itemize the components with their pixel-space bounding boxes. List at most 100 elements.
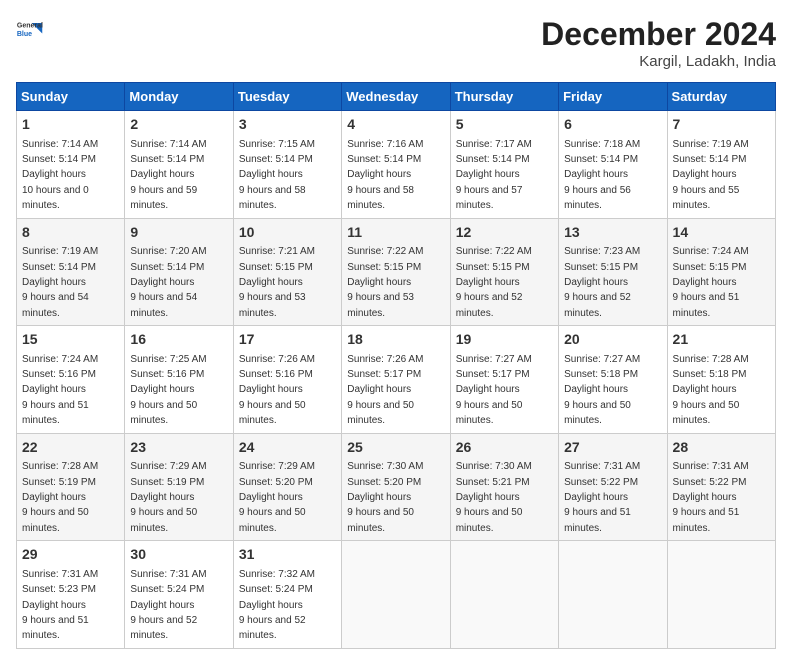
calendar-cell: 18 Sunrise: 7:26 AMSunset: 5:17 PMDaylig…: [342, 326, 450, 434]
day-info: Sunrise: 7:24 AMSunset: 5:16 PMDaylight …: [22, 354, 98, 427]
day-number: 17: [239, 330, 336, 350]
day-info: Sunrise: 7:28 AMSunset: 5:18 PMDaylight …: [673, 354, 749, 427]
day-number: 8: [22, 223, 119, 243]
day-info: Sunrise: 7:15 AMSunset: 5:14 PMDaylight …: [239, 139, 315, 212]
calendar-cell: 21 Sunrise: 7:28 AMSunset: 5:18 PMDaylig…: [667, 326, 775, 434]
logo-icon: General Blue: [16, 16, 44, 44]
header-saturday: Saturday: [667, 83, 775, 111]
day-number: 10: [239, 223, 336, 243]
calendar-cell: 12 Sunrise: 7:22 AMSunset: 5:15 PMDaylig…: [450, 218, 558, 326]
location-subtitle: Kargil, Ladakh, India: [541, 53, 776, 70]
calendar-cell: [342, 541, 450, 649]
header-monday: Monday: [125, 83, 233, 111]
calendar-cell: 11 Sunrise: 7:22 AMSunset: 5:15 PMDaylig…: [342, 218, 450, 326]
day-number: 1: [22, 115, 119, 135]
calendar-row: 22 Sunrise: 7:28 AMSunset: 5:19 PMDaylig…: [17, 433, 776, 541]
day-info: Sunrise: 7:21 AMSunset: 5:15 PMDaylight …: [239, 246, 315, 319]
day-number: 16: [130, 330, 227, 350]
calendar-cell: 17 Sunrise: 7:26 AMSunset: 5:16 PMDaylig…: [233, 326, 341, 434]
svg-text:General: General: [17, 22, 43, 29]
month-year-title: December 2024: [541, 16, 776, 53]
calendar-cell: 3 Sunrise: 7:15 AMSunset: 5:14 PMDayligh…: [233, 111, 341, 219]
day-number: 23: [130, 438, 227, 458]
day-number: 28: [673, 438, 770, 458]
calendar-row: 15 Sunrise: 7:24 AMSunset: 5:16 PMDaylig…: [17, 326, 776, 434]
day-info: Sunrise: 7:25 AMSunset: 5:16 PMDaylight …: [130, 354, 206, 427]
calendar-cell: 25 Sunrise: 7:30 AMSunset: 5:20 PMDaylig…: [342, 433, 450, 541]
day-info: Sunrise: 7:27 AMSunset: 5:17 PMDaylight …: [456, 354, 532, 427]
calendar-cell: 20 Sunrise: 7:27 AMSunset: 5:18 PMDaylig…: [559, 326, 667, 434]
day-number: 26: [456, 438, 553, 458]
day-info: Sunrise: 7:24 AMSunset: 5:15 PMDaylight …: [673, 246, 749, 319]
calendar-cell: 9 Sunrise: 7:20 AMSunset: 5:14 PMDayligh…: [125, 218, 233, 326]
day-info: Sunrise: 7:14 AMSunset: 5:14 PMDaylight …: [130, 139, 206, 212]
day-info: Sunrise: 7:28 AMSunset: 5:19 PMDaylight …: [22, 461, 98, 534]
day-info: Sunrise: 7:18 AMSunset: 5:14 PMDaylight …: [564, 139, 640, 212]
calendar-cell: 24 Sunrise: 7:29 AMSunset: 5:20 PMDaylig…: [233, 433, 341, 541]
day-number: 14: [673, 223, 770, 243]
calendar-cell: 28 Sunrise: 7:31 AMSunset: 5:22 PMDaylig…: [667, 433, 775, 541]
calendar-cell: 15 Sunrise: 7:24 AMSunset: 5:16 PMDaylig…: [17, 326, 125, 434]
day-info: Sunrise: 7:26 AMSunset: 5:16 PMDaylight …: [239, 354, 315, 427]
day-info: Sunrise: 7:31 AMSunset: 5:22 PMDaylight …: [564, 461, 640, 534]
calendar-cell: 27 Sunrise: 7:31 AMSunset: 5:22 PMDaylig…: [559, 433, 667, 541]
day-number: 9: [130, 223, 227, 243]
svg-text:Blue: Blue: [17, 31, 32, 38]
day-number: 19: [456, 330, 553, 350]
day-number: 12: [456, 223, 553, 243]
day-number: 2: [130, 115, 227, 135]
calendar-cell: 26 Sunrise: 7:30 AMSunset: 5:21 PMDaylig…: [450, 433, 558, 541]
day-number: 15: [22, 330, 119, 350]
logo: General Blue: [16, 16, 44, 44]
day-number: 24: [239, 438, 336, 458]
calendar-cell: 16 Sunrise: 7:25 AMSunset: 5:16 PMDaylig…: [125, 326, 233, 434]
day-number: 21: [673, 330, 770, 350]
calendar-cell: [667, 541, 775, 649]
calendar-cell: 5 Sunrise: 7:17 AMSunset: 5:14 PMDayligh…: [450, 111, 558, 219]
day-info: Sunrise: 7:16 AMSunset: 5:14 PMDaylight …: [347, 139, 423, 212]
day-info: Sunrise: 7:30 AMSunset: 5:21 PMDaylight …: [456, 461, 532, 534]
header-thursday: Thursday: [450, 83, 558, 111]
calendar-row: 8 Sunrise: 7:19 AMSunset: 5:14 PMDayligh…: [17, 218, 776, 326]
day-info: Sunrise: 7:20 AMSunset: 5:14 PMDaylight …: [130, 246, 206, 319]
calendar-cell: 23 Sunrise: 7:29 AMSunset: 5:19 PMDaylig…: [125, 433, 233, 541]
day-info: Sunrise: 7:22 AMSunset: 5:15 PMDaylight …: [456, 246, 532, 319]
calendar-cell: 22 Sunrise: 7:28 AMSunset: 5:19 PMDaylig…: [17, 433, 125, 541]
calendar-cell: 4 Sunrise: 7:16 AMSunset: 5:14 PMDayligh…: [342, 111, 450, 219]
day-number: 11: [347, 223, 444, 243]
day-info: Sunrise: 7:22 AMSunset: 5:15 PMDaylight …: [347, 246, 423, 319]
day-number: 13: [564, 223, 661, 243]
calendar-cell: [559, 541, 667, 649]
day-info: Sunrise: 7:14 AMSunset: 5:14 PMDaylight …: [22, 139, 98, 212]
day-info: Sunrise: 7:19 AMSunset: 5:14 PMDaylight …: [22, 246, 98, 319]
calendar-cell: 6 Sunrise: 7:18 AMSunset: 5:14 PMDayligh…: [559, 111, 667, 219]
calendar-cell: 10 Sunrise: 7:21 AMSunset: 5:15 PMDaylig…: [233, 218, 341, 326]
calendar-cell: [450, 541, 558, 649]
day-info: Sunrise: 7:30 AMSunset: 5:20 PMDaylight …: [347, 461, 423, 534]
day-info: Sunrise: 7:31 AMSunset: 5:24 PMDaylight …: [130, 569, 206, 642]
header-sunday: Sunday: [17, 83, 125, 111]
day-number: 18: [347, 330, 444, 350]
calendar-cell: 7 Sunrise: 7:19 AMSunset: 5:14 PMDayligh…: [667, 111, 775, 219]
calendar-row: 1 Sunrise: 7:14 AMSunset: 5:14 PMDayligh…: [17, 111, 776, 219]
day-number: 29: [22, 545, 119, 565]
page-header: General Blue December 2024 Kargil, Ladak…: [16, 16, 776, 70]
day-info: Sunrise: 7:26 AMSunset: 5:17 PMDaylight …: [347, 354, 423, 427]
day-info: Sunrise: 7:32 AMSunset: 5:24 PMDaylight …: [239, 569, 315, 642]
day-info: Sunrise: 7:31 AMSunset: 5:22 PMDaylight …: [673, 461, 749, 534]
calendar-table: Sunday Monday Tuesday Wednesday Thursday…: [16, 82, 776, 649]
calendar-cell: 1 Sunrise: 7:14 AMSunset: 5:14 PMDayligh…: [17, 111, 125, 219]
day-number: 5: [456, 115, 553, 135]
day-info: Sunrise: 7:29 AMSunset: 5:19 PMDaylight …: [130, 461, 206, 534]
calendar-cell: 19 Sunrise: 7:27 AMSunset: 5:17 PMDaylig…: [450, 326, 558, 434]
header-friday: Friday: [559, 83, 667, 111]
weekday-header-row: Sunday Monday Tuesday Wednesday Thursday…: [17, 83, 776, 111]
day-number: 4: [347, 115, 444, 135]
day-number: 25: [347, 438, 444, 458]
day-info: Sunrise: 7:27 AMSunset: 5:18 PMDaylight …: [564, 354, 640, 427]
header-wednesday: Wednesday: [342, 83, 450, 111]
calendar-cell: 30 Sunrise: 7:31 AMSunset: 5:24 PMDaylig…: [125, 541, 233, 649]
day-info: Sunrise: 7:19 AMSunset: 5:14 PMDaylight …: [673, 139, 749, 212]
day-number: 27: [564, 438, 661, 458]
calendar-cell: 14 Sunrise: 7:24 AMSunset: 5:15 PMDaylig…: [667, 218, 775, 326]
